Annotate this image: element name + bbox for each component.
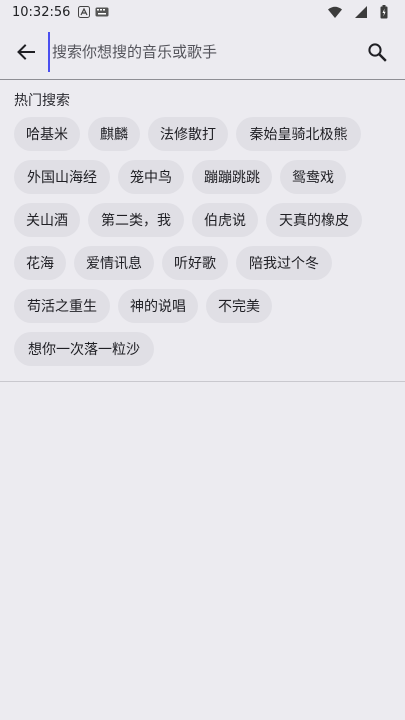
status-bar: 10:32:56: [0, 0, 405, 24]
hot-search-section: 热门搜索 哈基米 麒麟 法修散打 秦始皇骑北极熊 外国山海经 笼中鸟 蹦蹦跳跳 …: [0, 80, 405, 382]
wifi-icon: [328, 6, 342, 18]
status-time: 10:32:56: [12, 4, 71, 20]
hot-search-chip[interactable]: 笼中鸟: [118, 160, 184, 194]
arrow-left-icon: [17, 43, 35, 60]
hot-search-chip[interactable]: 哈基米: [14, 117, 80, 151]
hot-search-chip[interactable]: 爱情讯息: [74, 246, 154, 280]
hot-search-chip[interactable]: 第二类，我: [88, 203, 184, 237]
search-input[interactable]: [48, 31, 353, 72]
hot-search-chip[interactable]: 伯虎说: [192, 203, 258, 237]
hot-search-chip[interactable]: 关山酒: [14, 203, 80, 237]
battery-charging-icon: [380, 5, 388, 19]
hot-search-chip[interactable]: 蹦蹦跳跳: [192, 160, 272, 194]
hot-search-chip[interactable]: 听好歌: [162, 246, 228, 280]
hot-search-title: 热门搜索: [14, 93, 70, 109]
keyboard-notification-icon: [95, 7, 109, 17]
hot-search-chip[interactable]: 秦始皇骑北极熊: [236, 117, 361, 151]
hot-search-chip[interactable]: 不完美: [206, 289, 272, 323]
search-icon: [368, 42, 387, 62]
hot-search-chip[interactable]: 神的说唱: [118, 289, 198, 323]
hot-search-chip[interactable]: 外国山海经: [14, 160, 110, 194]
app-notification-icon: [78, 6, 91, 18]
hot-search-chip[interactable]: 苟活之重生: [14, 289, 110, 323]
hot-search-chip[interactable]: 天真的橡皮: [266, 203, 362, 237]
hot-search-chip[interactable]: 想你一次落一粒沙: [14, 332, 154, 366]
hot-search-chip[interactable]: 鸳鸯戏: [280, 160, 346, 194]
back-button[interactable]: [2, 28, 50, 76]
signal-icon: [355, 6, 367, 18]
search-button[interactable]: [353, 28, 401, 76]
hot-search-chip[interactable]: 陪我过个冬: [236, 246, 332, 280]
hot-search-chip[interactable]: 法修散打: [148, 117, 228, 151]
hot-search-chip[interactable]: 麒麟: [88, 117, 140, 151]
search-bar: [0, 24, 405, 80]
hot-search-chip[interactable]: 花海: [14, 246, 66, 280]
